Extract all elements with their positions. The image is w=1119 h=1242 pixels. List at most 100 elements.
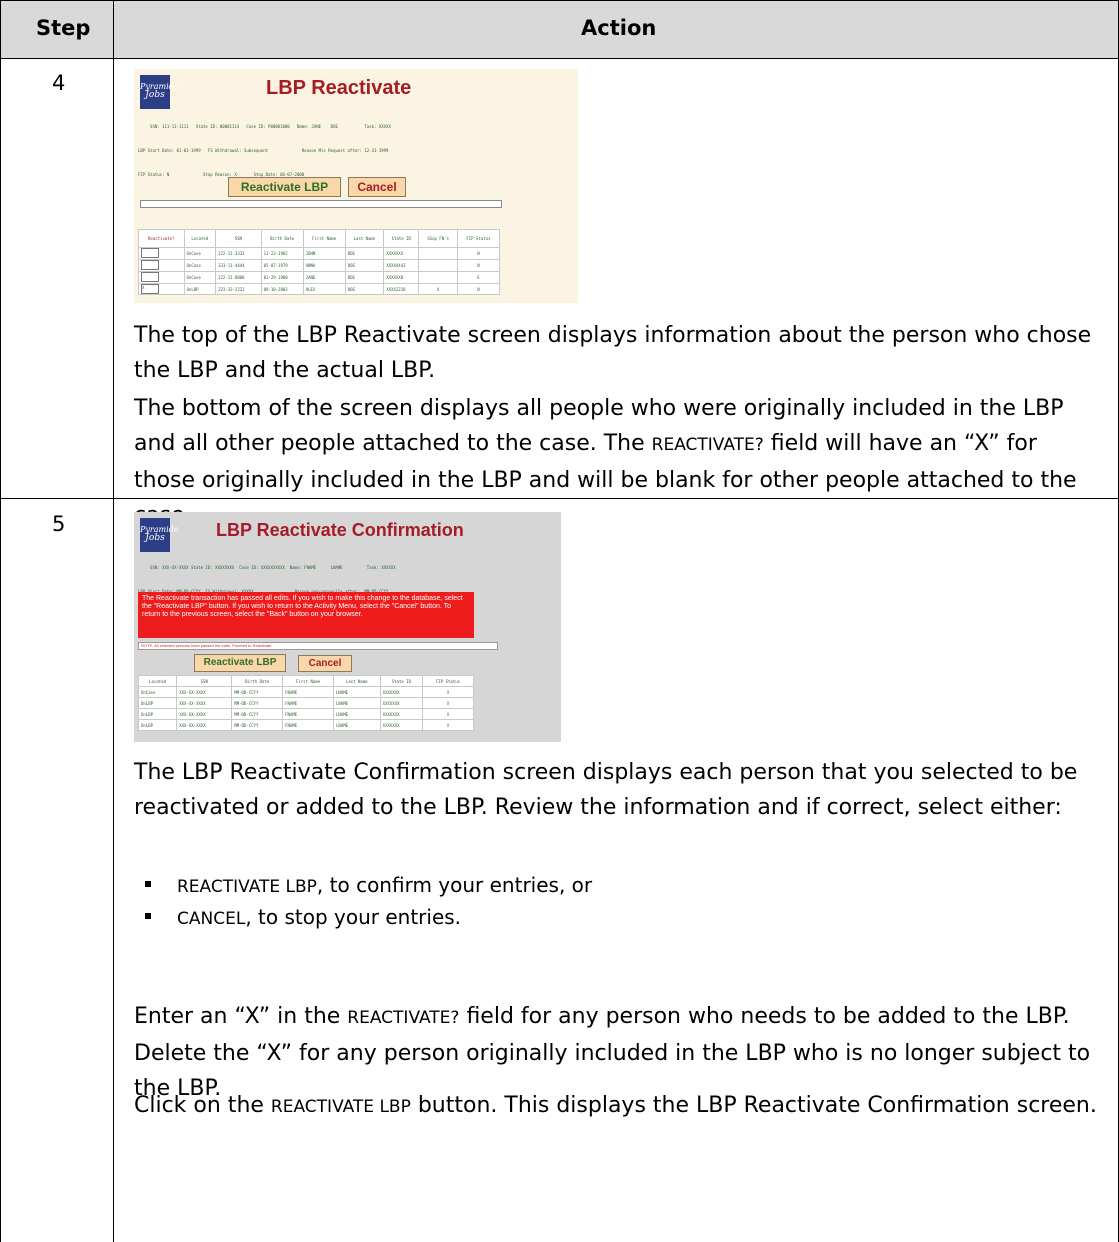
table-cell: N — [456, 283, 501, 295]
table-row: OnLBP XXX-XX-XXXX MM-DD-CCYY FNAME LNAME… — [137, 708, 474, 720]
lbp-reactivate-confirmation-screenshot: Pyramide Jobs LBP Reactivate Confirmatio… — [134, 512, 561, 742]
table-row: OnCase 222-11-3333 11-23-1982 JOHN DOE X… — [138, 247, 501, 260]
table-cell: OnCase — [183, 259, 217, 272]
table-row: OnLBP XXX-XX-XXXX MM-DD-CCYY FNAME LNAME… — [137, 719, 474, 731]
table-cell: X — [422, 686, 474, 698]
instruction-paragraph: The top of the LBP Reactivate screen dis… — [134, 323, 1092, 383]
table-cell: ANNA — [302, 259, 346, 272]
column-header: SSN — [215, 229, 262, 248]
table-cell: XXX-XX-XXXX — [176, 708, 233, 720]
table-cell: 09-10-2003 — [260, 283, 304, 295]
table-row: OnCase 333-11-4444 05-07-1979 ANNA DOE X… — [138, 259, 501, 272]
column-header: Located — [137, 675, 178, 687]
table-cell — [418, 247, 458, 260]
persons-table: Located SSN Birth Date First Name Last N… — [137, 675, 474, 731]
table-cell: DOE — [344, 247, 385, 260]
screen-title: LBP Reactivate Confirmation — [216, 520, 464, 540]
pyramide-jobs-logo: Pyramide Jobs — [140, 518, 179, 552]
column-header: Last Name — [333, 675, 381, 687]
reactivate-checkbox[interactable] — [138, 271, 185, 284]
table-cell: 333-11-4444 — [215, 259, 262, 272]
table-cell: 222-11-3333 — [215, 247, 262, 260]
bullet-item: CANCEL, to stop your entries. — [145, 902, 461, 934]
action-column-header: Action — [581, 16, 657, 40]
message-bar — [140, 200, 502, 208]
table-cell: OnCase — [183, 247, 217, 260]
note-bar: NOTE: All selected persons have passed t… — [138, 642, 498, 650]
table-cell: OnCase — [137, 686, 178, 698]
persons-table: Reactivate? Located SSN Birth Date First… — [138, 229, 501, 295]
table-cell: 223-33-2222 — [215, 283, 262, 295]
reactivate-checkbox[interactable] — [138, 259, 185, 272]
bullet-item: REACTIVATE LBP, to confirm your entries,… — [145, 870, 592, 902]
table-cell: XXXX4443 — [383, 259, 420, 272]
column-header: Birth Date — [231, 675, 284, 687]
table-cell: OnLBP — [137, 697, 178, 709]
step-column-header: Step — [36, 16, 91, 40]
table-cell: XXXXXX8 — [383, 271, 420, 284]
column-header: Birth Date — [260, 229, 304, 248]
reactivate-checkbox[interactable] — [138, 247, 185, 260]
table-cell: N — [456, 247, 501, 260]
table-cell: X — [422, 719, 474, 731]
table-header-row: Reactivate? Located SSN Birth Date First… — [138, 229, 501, 248]
column-header: State ID — [379, 675, 424, 687]
column-header: First Name — [282, 675, 334, 687]
table-cell: X — [422, 697, 474, 709]
column-header: SSN — [176, 675, 233, 687]
table-cell: XXX-XX-XXXX — [176, 686, 233, 698]
table-cell: JANE — [302, 271, 346, 284]
table-header: Step Action — [0, 0, 1119, 58]
table-cell: FNAME — [282, 686, 334, 698]
table-cell: XXXX2228 — [383, 283, 420, 295]
lbp-reactivate-screenshot: Pyramide Jobs LBP Reactivate SSN: 111-11… — [134, 69, 578, 303]
table-cell: XXXXXXX — [379, 697, 424, 709]
reactivate-lbp-button[interactable]: Reactivate LBP — [228, 177, 341, 197]
screen-title: LBP Reactivate — [266, 77, 412, 99]
table-cell: X — [418, 283, 458, 295]
table-cell: XXXXXXX — [383, 247, 420, 260]
table-cell: XXXXXXX — [379, 719, 424, 731]
table-cell: LNAME — [333, 719, 381, 731]
table-cell: OnLBP — [183, 283, 217, 295]
table-cell: FNAME — [282, 697, 334, 709]
table-cell: N — [456, 259, 501, 272]
table-header-row: Located SSN Birth Date First Name Last N… — [137, 675, 474, 687]
column-header: FIP Status — [422, 675, 474, 687]
step-number: 5 — [52, 512, 66, 536]
table-cell: DOE — [344, 259, 385, 272]
table-cell: E — [456, 271, 501, 284]
column-header: Reactivate? — [138, 229, 185, 248]
table-cell: LNAME — [333, 697, 381, 709]
table-row: OnLBP XXX-XX-XXXX MM-DD-CCYY FNAME LNAME… — [137, 697, 474, 709]
table-row: OnCase 222-11-8888 01-29-1980 JANE DOE X… — [138, 271, 501, 284]
table-cell — [418, 271, 458, 284]
table-cell: ALEX — [302, 283, 346, 295]
cancel-button[interactable]: Cancel — [348, 177, 406, 197]
table-cell: X — [422, 708, 474, 720]
table-cell: OnCase — [183, 271, 217, 284]
table-cell: DOE — [344, 271, 385, 284]
reactivate-checkbox[interactable]: X — [138, 283, 185, 295]
cancel-button[interactable]: Cancel — [298, 655, 352, 672]
column-header: SSop FN's — [418, 229, 458, 248]
instruction-paragraph: The LBP Reactivate Confirmation screen d… — [134, 760, 1078, 820]
reactivate-lbp-button[interactable]: Reactivate LBP — [194, 654, 286, 672]
table-cell: XXXXXXX — [379, 708, 424, 720]
table-cell: 05-07-1979 — [260, 259, 304, 272]
column-header: Located — [183, 229, 217, 248]
table-cell — [418, 259, 458, 272]
table-cell: FNAME — [282, 719, 334, 731]
table-cell: OnLBP — [137, 708, 178, 720]
table-cell: LNAME — [333, 686, 381, 698]
table-cell: XXX-XX-XXXX — [176, 697, 233, 709]
table-cell: 11-23-1982 — [260, 247, 304, 260]
step-number: 4 — [52, 71, 66, 95]
table-cell: MM-DD-CCYY — [231, 697, 284, 709]
table-cell: LNAME — [333, 708, 381, 720]
column-header: FIP Status — [456, 229, 501, 248]
table-cell: 222-11-8888 — [215, 271, 262, 284]
column-header: State ID — [383, 229, 420, 248]
table-cell: JOHN — [302, 247, 346, 260]
table-cell: FNAME — [282, 708, 334, 720]
